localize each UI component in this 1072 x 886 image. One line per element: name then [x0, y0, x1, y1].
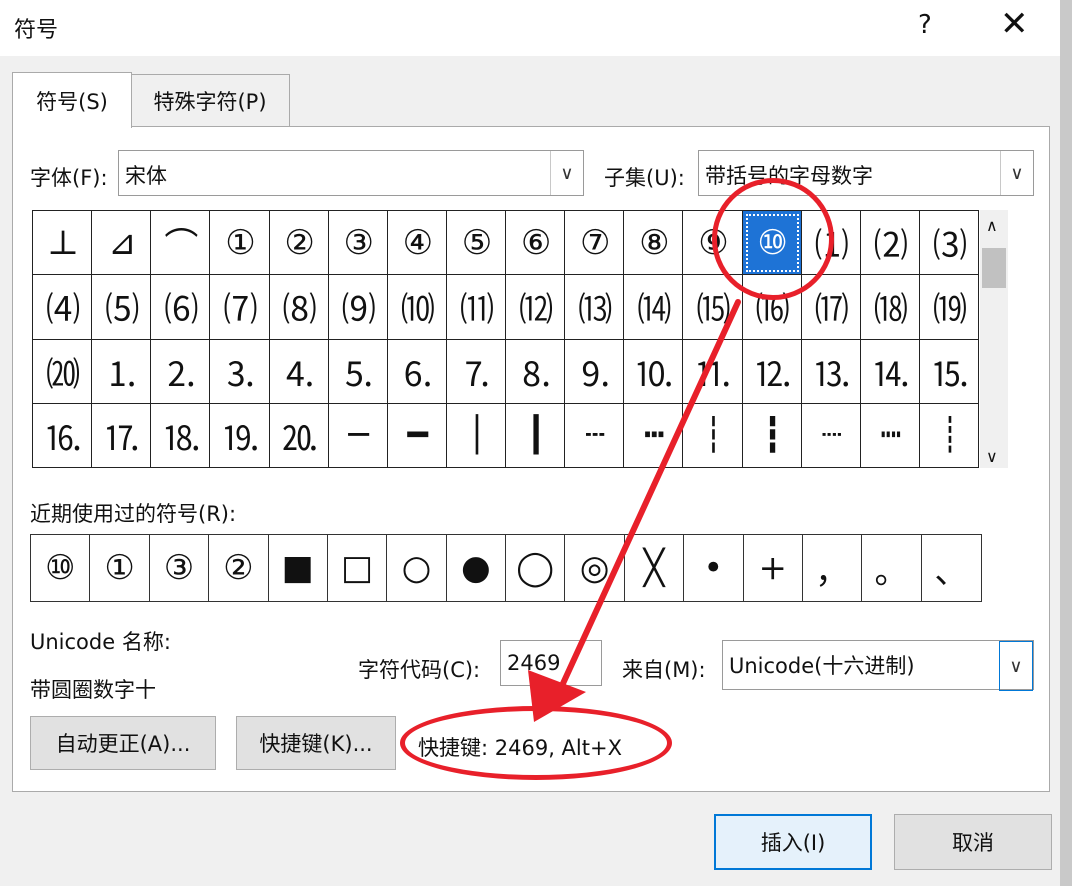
tab-symbols[interactable]: 符号(S)	[12, 72, 132, 128]
annotation-arrow-icon	[528, 299, 741, 722]
